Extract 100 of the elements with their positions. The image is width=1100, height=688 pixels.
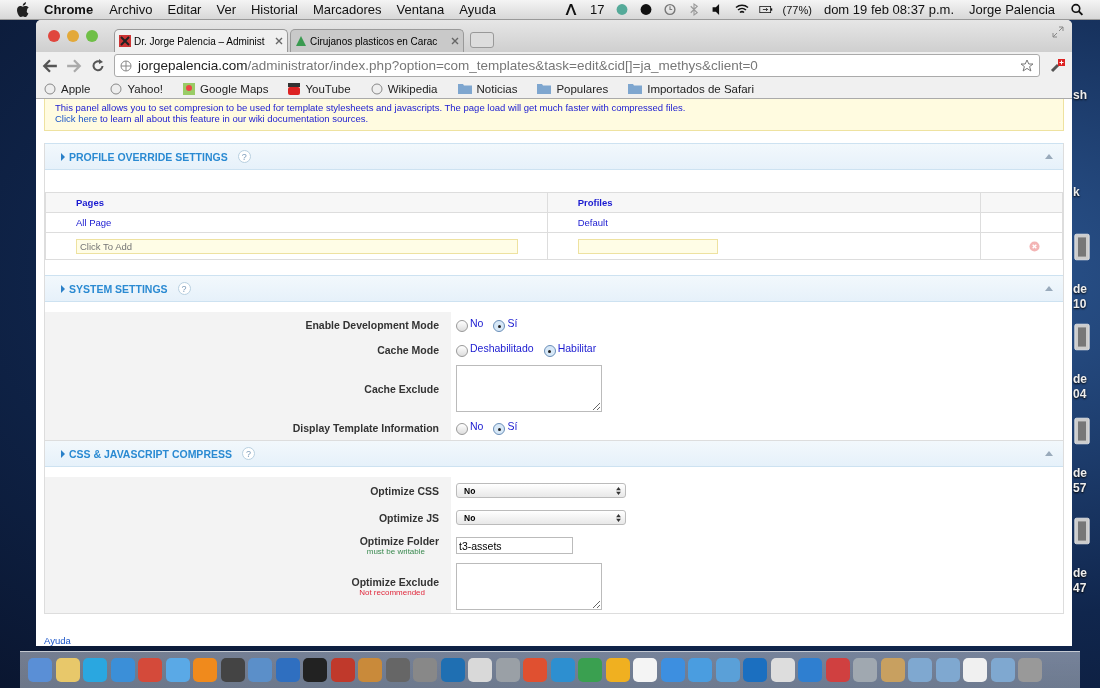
menu-item[interactable]: Ver <box>216 2 236 17</box>
app-icon[interactable] <box>908 658 932 682</box>
app-icon[interactable] <box>193 658 217 682</box>
help-link[interactable]: Ayuda <box>44 635 71 646</box>
minimize-icon[interactable] <box>67 30 79 42</box>
radio-button[interactable] <box>543 345 556 357</box>
desktop-icon-label[interactable]: sh <box>1073 88 1100 103</box>
forward-icon[interactable] <box>66 58 82 73</box>
video-icon <box>288 82 301 95</box>
radio-button[interactable] <box>456 423 468 435</box>
menu-clock[interactable]: dom 19 feb 08:37 p.m. <box>823 2 954 17</box>
back-icon[interactable] <box>42 58 58 73</box>
menu-item[interactable]: Ayuda <box>459 2 496 17</box>
menu-item[interactable]: Marcadores <box>312 2 382 17</box>
wiki-link[interactable]: Click here <box>55 113 98 124</box>
close-icon[interactable] <box>451 37 459 45</box>
browser-tab[interactable]: Dr. Jorge Palencia – Administ <box>114 29 288 52</box>
desktop-icon-label[interactable]: de 10 <box>1073 282 1100 312</box>
radio-button[interactable] <box>493 423 506 435</box>
app-icon[interactable] <box>468 658 492 682</box>
notice-text: Click here to learn all about this feature in our wiki documentation sources. <box>55 113 370 124</box>
app-icon[interactable] <box>880 658 905 682</box>
menu-item[interactable]: Archivo <box>109 2 153 17</box>
text-area[interactable] <box>456 365 602 412</box>
app-icon[interactable] <box>990 658 1015 682</box>
desktop-icon-label[interactable]: de 57 <box>1073 466 1100 496</box>
bookmark[interactable]: Google Maps <box>183 82 269 95</box>
battery-icon[interactable] <box>758 3 773 16</box>
app-icon[interactable] <box>495 658 520 682</box>
drive-icon[interactable] <box>1074 516 1090 546</box>
bookmark[interactable]: Apple <box>44 82 91 95</box>
menu-app-name[interactable]: Chrome <box>44 2 94 17</box>
remove-icon[interactable] <box>1028 241 1040 252</box>
radio-label[interactable]: Sí <box>507 317 518 329</box>
radio-label[interactable]: Habilitar <box>557 342 597 354</box>
zoom-icon[interactable] <box>86 30 98 42</box>
radio-button[interactable] <box>456 345 468 357</box>
menu-item[interactable]: Historial <box>250 2 298 17</box>
star-icon[interactable] <box>1020 58 1034 73</box>
caret-icon <box>61 449 65 458</box>
bookmark[interactable]: Importados de Safari <box>628 82 754 95</box>
clock-icon[interactable] <box>662 3 677 16</box>
radio-button[interactable] <box>456 320 468 332</box>
column-header: Pages <box>45 192 548 213</box>
column-header: Profiles <box>547 192 981 213</box>
desktop-icon-label[interactable]: de 04 <box>1073 372 1100 402</box>
app-icon[interactable] <box>385 658 410 682</box>
app-icon[interactable] <box>55 658 80 682</box>
text-area[interactable] <box>456 563 602 610</box>
adobe-icon[interactable] <box>564 3 579 16</box>
radio-label[interactable]: No <box>470 317 484 329</box>
fullscreen-icon[interactable] <box>1052 26 1064 38</box>
page-input[interactable]: Click To Add <box>76 238 518 254</box>
app-icon[interactable] <box>633 658 657 682</box>
app-icon[interactable] <box>853 658 877 682</box>
profile-input[interactable] <box>577 238 718 254</box>
drive-icon[interactable] <box>1074 322 1090 352</box>
wrench-icon[interactable] <box>1048 57 1066 74</box>
browser-tab[interactable]: Cirujanos plasticos en Carac <box>290 29 464 52</box>
app-icon[interactable] <box>605 658 630 682</box>
map-pin-icon <box>183 82 196 95</box>
collapse-icon[interactable] <box>1045 154 1053 159</box>
bookmark[interactable]: Yahoo! <box>110 82 164 95</box>
collapse-icon[interactable] <box>1045 286 1053 291</box>
user-name[interactable]: Jorge Palencia <box>969 2 1055 17</box>
bookmark[interactable]: Noticias <box>457 82 518 95</box>
app-icon[interactable] <box>963 658 987 682</box>
text-field[interactable]: t3-assets <box>456 537 573 554</box>
app-icon[interactable] <box>165 658 190 682</box>
wifi-icon[interactable] <box>734 3 749 16</box>
bookmark[interactable]: Populares <box>537 82 609 95</box>
desktop-icon-label[interactable]: k <box>1073 185 1100 200</box>
desktop-icon-label[interactable]: de 47 <box>1073 566 1100 596</box>
menu-item[interactable]: Ventana <box>396 2 445 17</box>
collapse-icon[interactable] <box>1045 451 1053 456</box>
radio-label[interactable]: Deshabilitado <box>470 342 534 354</box>
drive-icon[interactable] <box>1074 416 1090 446</box>
radio-label[interactable]: Sí <box>507 420 518 432</box>
dropdown[interactable]: No <box>456 483 626 498</box>
app-icon[interactable] <box>770 658 795 682</box>
bookmark[interactable]: YouTube <box>288 82 351 95</box>
app-icon[interactable] <box>935 658 960 682</box>
app-icon[interactable] <box>715 658 740 682</box>
bookmark[interactable]: Wikipedia <box>370 82 438 95</box>
menu-item[interactable]: Editar <box>167 2 202 17</box>
close-icon[interactable] <box>48 30 60 42</box>
radio-button[interactable] <box>493 320 506 332</box>
app-icon[interactable] <box>83 658 107 682</box>
reload-icon[interactable] <box>90 58 106 73</box>
search-icon[interactable] <box>1070 3 1084 16</box>
new-tab-button[interactable] <box>470 32 494 48</box>
radio-label[interactable]: No <box>470 420 484 432</box>
section-title: CSS & JAVASCRIPT COMPRESS <box>69 447 232 460</box>
app-icon[interactable] <box>303 658 327 682</box>
drive-icon[interactable] <box>1074 232 1090 262</box>
dropdown[interactable]: No <box>456 510 626 525</box>
close-icon[interactable] <box>275 37 283 45</box>
app-icon[interactable] <box>220 658 245 682</box>
address-bar[interactable]: jorgepalencia.com/administrator/index.php?option=com_templates&task=edit&cid[]=ja_methys&client=0 <box>114 54 1040 77</box>
apple-logo-icon[interactable] <box>16 1 30 18</box>
